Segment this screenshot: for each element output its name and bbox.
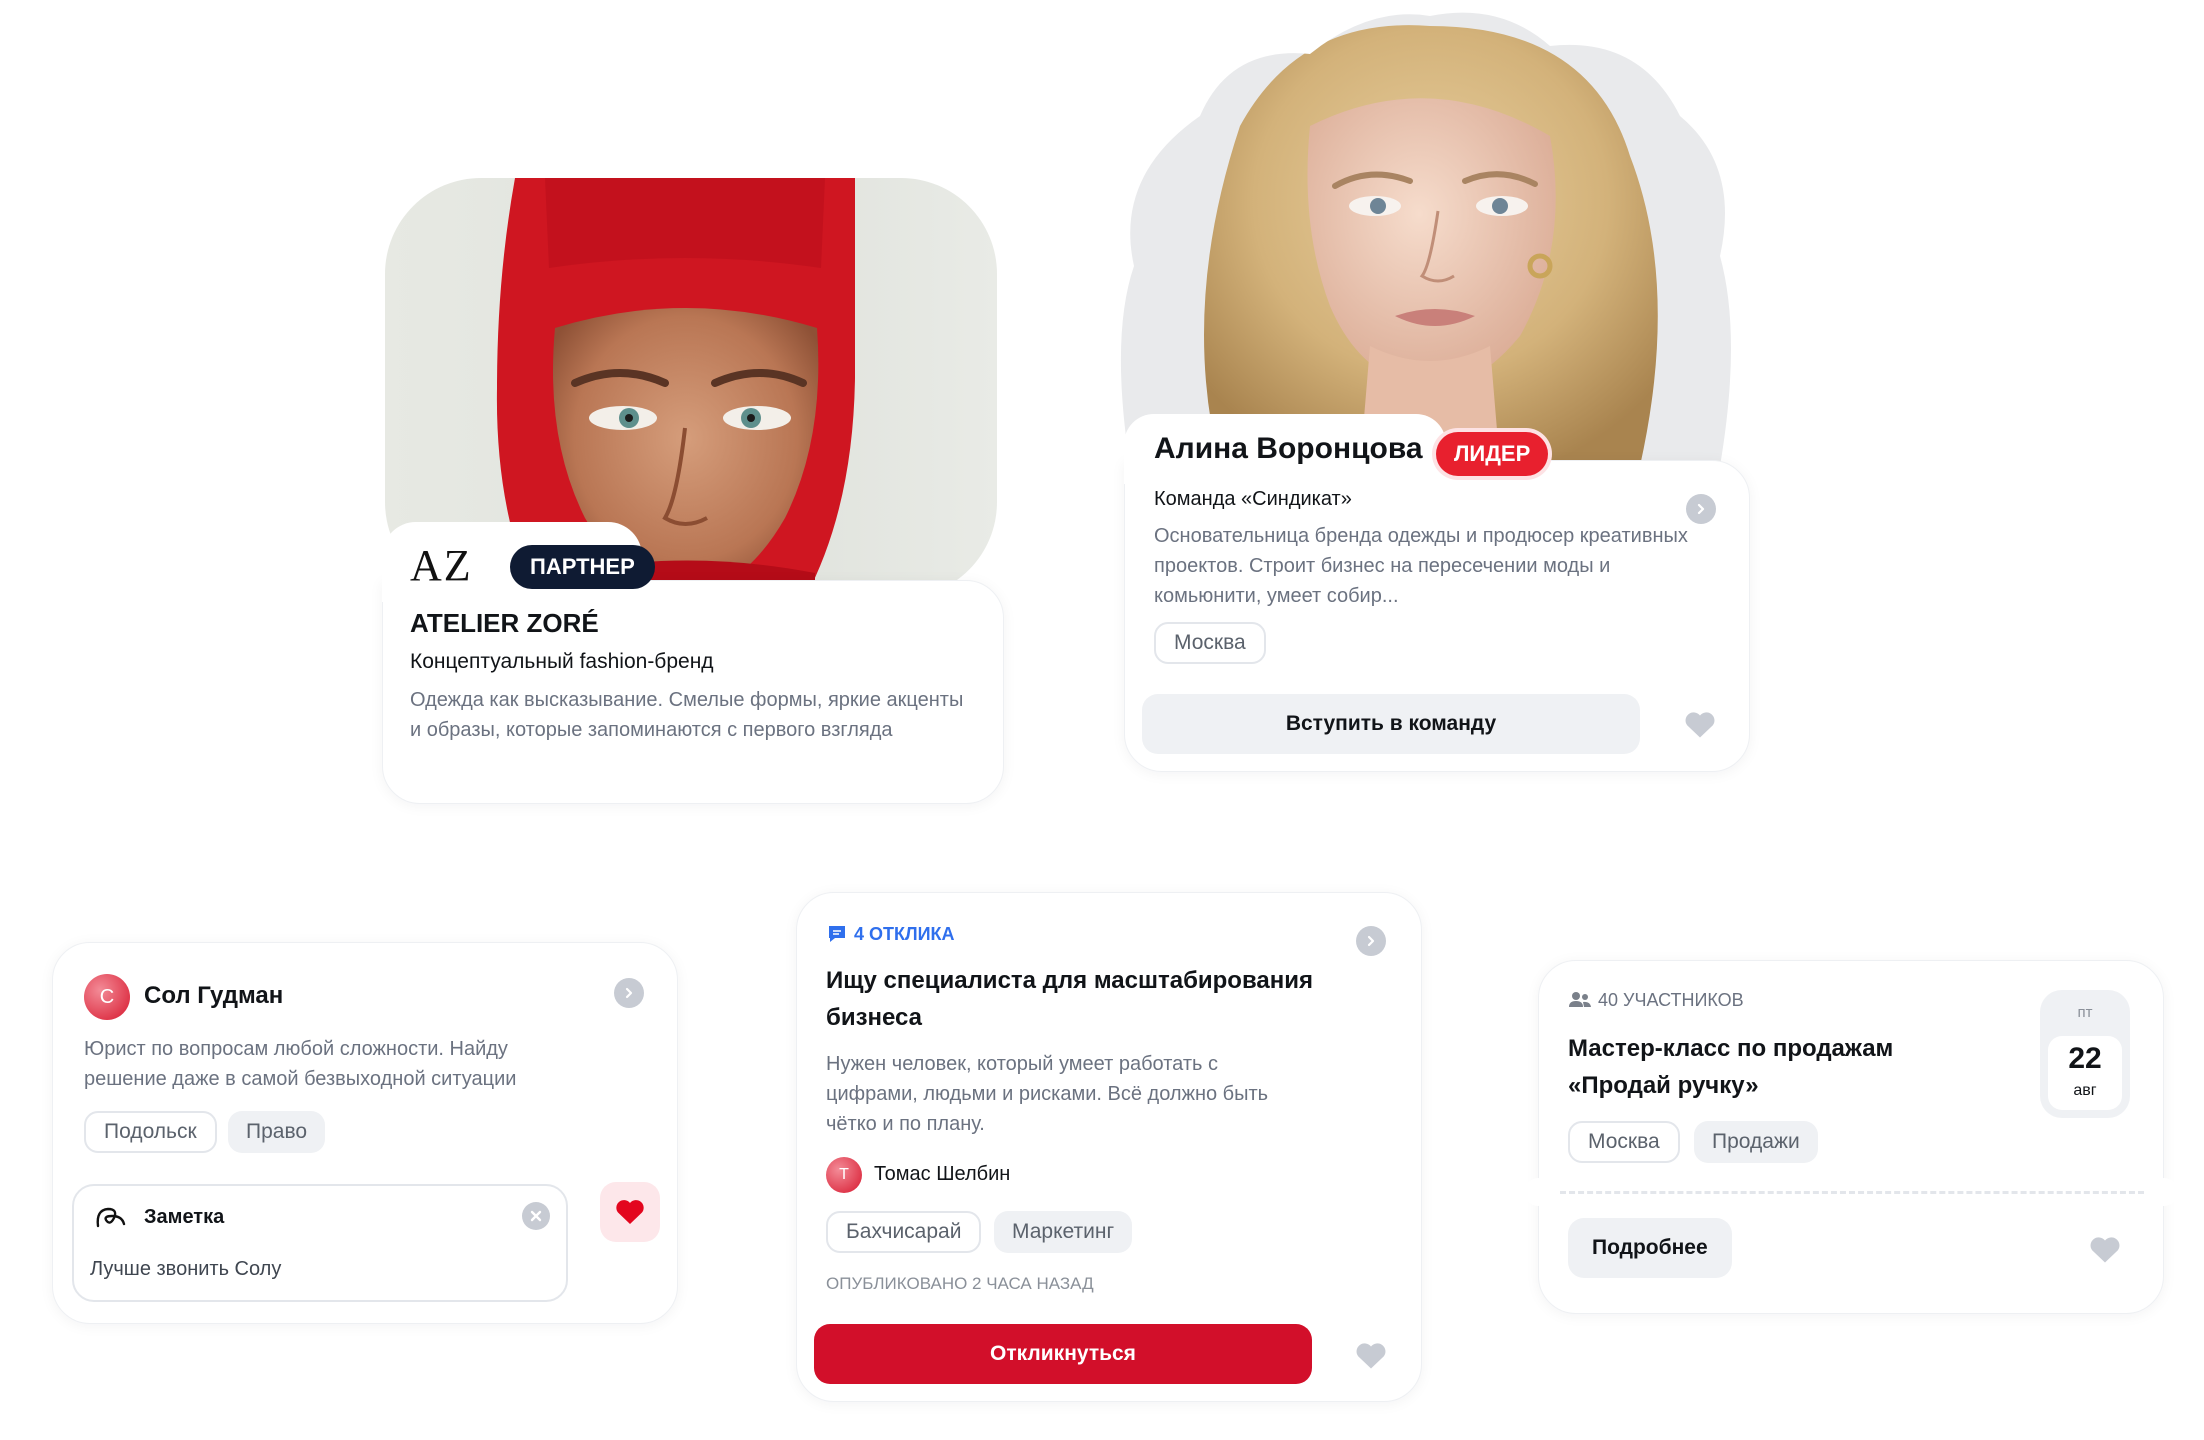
published-time: ОПУБЛИКОВАНО 2 ЧАСА НАЗАД xyxy=(826,1274,1094,1293)
leader-photo xyxy=(1120,6,1740,466)
brand-title: ATELIER ZORÉ xyxy=(410,608,599,638)
note-title: Заметка xyxy=(144,1206,225,1228)
brand-subtitle: Концептуальный fashion-бренд xyxy=(410,650,714,673)
partner-badge: ПАРТНЕР xyxy=(510,545,655,589)
respond-button[interactable]: Откликнуться xyxy=(814,1324,1312,1384)
ticket-notch-right xyxy=(2150,1178,2178,1206)
event-date-month: авг xyxy=(2073,1082,2097,1099)
participants-count: 40 УЧАСТНИКОВ xyxy=(1598,990,1744,1010)
note-icon xyxy=(96,1207,126,1228)
participants-icon xyxy=(1569,992,1591,1007)
person-favorite-button[interactable] xyxy=(600,1182,660,1242)
person-avatar: С xyxy=(84,974,130,1020)
request-tag-category[interactable]: Маркетинг xyxy=(994,1211,1133,1253)
note-text: Лучше звонить Солу xyxy=(90,1258,282,1280)
person-name: Сол Гудман xyxy=(144,982,284,1009)
join-team-button[interactable]: Вступить в команду xyxy=(1142,694,1640,754)
ticket-notch-left xyxy=(1524,1178,1552,1206)
author-name[interactable]: Томас Шелбин xyxy=(874,1163,1010,1186)
leader-open-button[interactable] xyxy=(1686,494,1716,524)
leader-name: Алина Воронцова xyxy=(1154,432,1423,465)
event-date-day: 22 xyxy=(2068,1042,2102,1075)
brand-description: Одежда как высказывание. Смелые формы, я… xyxy=(410,689,964,741)
chevron-right-icon xyxy=(1697,503,1705,515)
responses-count: 4 ОТКЛИКА xyxy=(854,924,955,944)
chevron-right-icon xyxy=(1367,935,1375,947)
event-tag-city[interactable]: Москва xyxy=(1568,1121,1680,1163)
ticket-divider xyxy=(1560,1191,2144,1194)
chevron-right-icon xyxy=(625,987,633,999)
event-tag-category[interactable]: Продажи xyxy=(1694,1121,1818,1163)
person-description: Юрист по вопросам любой сложности. Найду… xyxy=(84,1038,517,1090)
note-close-icon[interactable] xyxy=(522,1202,550,1230)
leader-favorite-heart-icon[interactable] xyxy=(1683,709,1717,739)
brand-logo: AZ xyxy=(410,541,473,590)
person-tag-city[interactable]: Подольск xyxy=(84,1111,217,1153)
request-open-button[interactable] xyxy=(1356,926,1386,956)
leader-tag-city[interactable]: Москва xyxy=(1154,622,1266,664)
request-description: Нужен человек, который умеет работать с … xyxy=(826,1053,1269,1135)
heart-filled-icon xyxy=(616,1200,644,1224)
person-tag-category[interactable]: Право xyxy=(228,1111,326,1153)
event-title: Мастер-класс по продажам «Продай ручку» xyxy=(1568,1035,1894,1099)
event-date-weekday: пт xyxy=(2077,1004,2093,1021)
leader-team: Команда «Синдикат» xyxy=(1154,488,1352,510)
person-open-button[interactable] xyxy=(614,978,644,1008)
request-favorite-heart-icon[interactable] xyxy=(1354,1340,1388,1370)
event-date: пт 22 авг xyxy=(2040,990,2130,1118)
event-details-button[interactable]: Подробнее xyxy=(1568,1218,1732,1278)
leader-badge: ЛИДЕР xyxy=(1436,432,1549,476)
request-tag-city[interactable]: Бахчисарай xyxy=(826,1211,982,1253)
author-avatar: Т xyxy=(826,1157,862,1193)
comment-icon xyxy=(829,926,845,942)
event-favorite-heart-icon[interactable] xyxy=(2088,1234,2122,1264)
note-box[interactable] xyxy=(72,1184,568,1302)
request-title: Ищу специалиста для масштабирования бизн… xyxy=(826,967,1314,1031)
leader-description: Основательница бренда одежды и продюсер … xyxy=(1154,525,1688,607)
